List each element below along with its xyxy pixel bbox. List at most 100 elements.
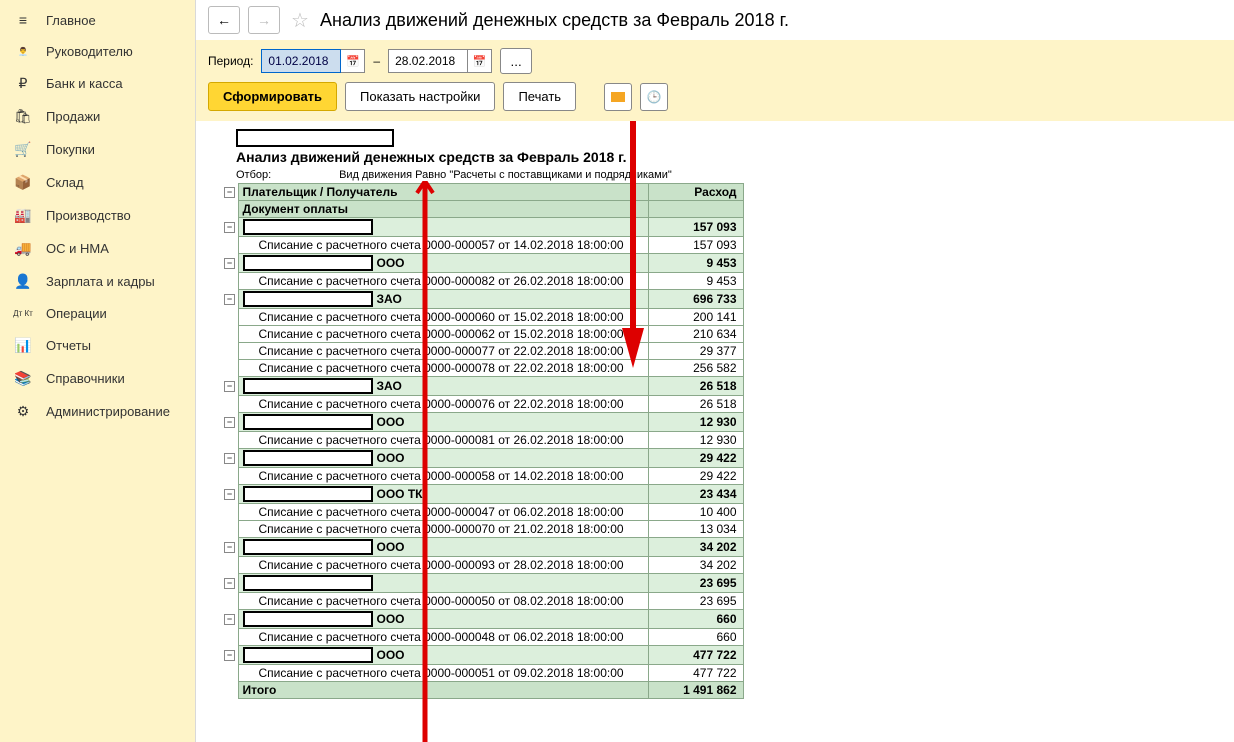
doc-desc: Списание с расчетного счета 0000-000048 …	[238, 629, 648, 646]
print-button[interactable]: Печать	[503, 82, 576, 111]
report-table: −Плательщик / ПолучательРасходДокумент о…	[224, 183, 744, 699]
sidebar-icon: ≡	[12, 12, 34, 28]
nav-back-button[interactable]: ←	[208, 6, 240, 34]
group-value: 12 930	[648, 413, 743, 432]
sidebar-item-12[interactable]: ⚙Администрирование	[0, 395, 195, 428]
period-to-calendar-icon[interactable]: 📅	[468, 49, 492, 73]
sidebar-icon: 📊	[12, 337, 34, 354]
collapse-icon[interactable]: −	[224, 614, 235, 625]
group-value: 477 722	[648, 646, 743, 665]
doc-value: 256 582	[648, 360, 743, 377]
sidebar-item-4[interactable]: 🛒Покупки	[0, 133, 195, 166]
col-header-payer: Плательщик / Получатель	[238, 184, 648, 201]
collapse-icon[interactable]: −	[224, 489, 235, 500]
doc-value: 29 377	[648, 343, 743, 360]
table-row: −ООО660	[224, 610, 743, 629]
sidebar-item-6[interactable]: 🏭Производство	[0, 199, 195, 232]
doc-value: 12 930	[648, 432, 743, 449]
group-value: 23 695	[648, 574, 743, 593]
group-value: 696 733	[648, 290, 743, 309]
period-from-calendar-icon[interactable]: 📅	[341, 49, 365, 73]
sidebar-item-8[interactable]: 👤Зарплата и кадры	[0, 265, 195, 298]
table-row: −ЗАО26 518	[224, 377, 743, 396]
collapse-icon[interactable]: −	[224, 258, 235, 269]
period-bar: Период: 📅 – 📅 ...	[196, 40, 1234, 82]
collapse-icon[interactable]: −	[224, 650, 235, 661]
top-row: ← → ☆ Анализ движений денежных средств з…	[196, 0, 1234, 40]
sidebar-item-7[interactable]: 🚚ОС и НМА	[0, 232, 195, 265]
doc-value: 210 634	[648, 326, 743, 343]
sidebar-label: Покупки	[46, 142, 95, 157]
sidebar-icon: 📚	[12, 370, 34, 387]
schedule-button[interactable]: 🕒	[640, 83, 668, 111]
main-area: ← → ☆ Анализ движений денежных средств з…	[196, 0, 1234, 742]
group-name: ООО	[238, 449, 648, 468]
group-name: ООО	[238, 254, 648, 273]
sidebar-item-5[interactable]: 📦Склад	[0, 166, 195, 199]
sidebar-label: Справочники	[46, 371, 125, 386]
sidebar-item-2[interactable]: ₽Банк и касса	[0, 67, 195, 100]
button-bar: Сформировать Показать настройки Печать 🕒	[196, 82, 1234, 121]
show-settings-button[interactable]: Показать настройки	[345, 82, 495, 111]
group-name	[238, 218, 648, 237]
filter-label: Отбор:	[236, 169, 336, 181]
group-value: 29 422	[648, 449, 743, 468]
doc-desc: Списание с расчетного счета 0000-000060 …	[238, 309, 648, 326]
period-from-input[interactable]	[261, 49, 341, 73]
generate-button[interactable]: Сформировать	[208, 82, 337, 111]
collapse-icon[interactable]: −	[224, 294, 235, 305]
doc-value: 34 202	[648, 557, 743, 574]
collapse-icon[interactable]: −	[224, 222, 235, 233]
sidebar-item-11[interactable]: 📚 Справочники	[0, 362, 195, 395]
doc-value: 660	[648, 629, 743, 646]
collapse-icon[interactable]: −	[224, 542, 235, 553]
group-value: 26 518	[648, 377, 743, 396]
group-name	[238, 574, 648, 593]
table-row: Списание с расчетного счета 0000-000060 …	[224, 309, 743, 326]
sidebar-icon: 🛍	[12, 108, 34, 125]
sidebar-icon: 🚚	[12, 240, 34, 257]
group-value: 23 434	[648, 485, 743, 504]
doc-desc: Списание с расчетного счета 0000-000082 …	[238, 273, 648, 290]
table-row: −ООО12 930	[224, 413, 743, 432]
favorite-star-icon[interactable]: ☆	[288, 8, 312, 32]
sidebar-item-1[interactable]: 👨‍💼Руководителю	[0, 36, 195, 67]
total-label: Итого	[238, 682, 648, 699]
period-to-input[interactable]	[388, 49, 468, 73]
doc-value: 200 141	[648, 309, 743, 326]
collapse-icon[interactable]: −	[224, 381, 235, 392]
sidebar-item-9[interactable]: Дт КтОперации	[0, 298, 195, 329]
sidebar-item-10[interactable]: 📊 Отчеты	[0, 329, 195, 362]
table-row: −ООО29 422	[224, 449, 743, 468]
sidebar-label: Отчеты	[46, 338, 91, 353]
collapse-icon[interactable]: −	[224, 578, 235, 589]
table-row: −ООО477 722	[224, 646, 743, 665]
collapse-icon[interactable]: −	[224, 453, 235, 464]
sidebar: ≡Главное👨‍💼Руководителю₽Банк и касса🛍Про…	[0, 0, 196, 742]
nav-forward-button[interactable]: →	[248, 6, 280, 34]
collapse-icon[interactable]: −	[224, 187, 235, 198]
empty	[648, 201, 743, 218]
table-row: −ООО ТК23 434	[224, 485, 743, 504]
sidebar-label: Банк и касса	[46, 76, 123, 91]
sidebar-label: Зарплата и кадры	[46, 274, 155, 289]
group-name: ЗАО	[238, 290, 648, 309]
doc-desc: Списание с расчетного счета 0000-000081 …	[238, 432, 648, 449]
email-button[interactable]	[604, 83, 632, 111]
doc-desc: Списание с расчетного счета 0000-000093 …	[238, 557, 648, 574]
group-name: ООО	[238, 413, 648, 432]
sidebar-label: Операции	[46, 306, 107, 321]
group-name: ООО	[238, 646, 648, 665]
table-row: Документ оплаты	[224, 201, 743, 218]
sidebar-item-0[interactable]: ≡Главное	[0, 4, 195, 36]
table-row: Списание с расчетного счета 0000-000093 …	[224, 557, 743, 574]
period-more-button[interactable]: ...	[500, 48, 532, 74]
col-header-expense: Расход	[648, 184, 743, 201]
group-name: ООО ТК	[238, 485, 648, 504]
collapse-icon[interactable]: −	[224, 417, 235, 428]
group-value: 157 093	[648, 218, 743, 237]
sidebar-item-3[interactable]: 🛍Продажи	[0, 100, 195, 133]
doc-desc: Списание с расчетного счета 0000-000047 …	[238, 504, 648, 521]
table-row: Итого1 491 862	[224, 682, 743, 699]
table-row: Списание с расчетного счета 0000-000048 …	[224, 629, 743, 646]
